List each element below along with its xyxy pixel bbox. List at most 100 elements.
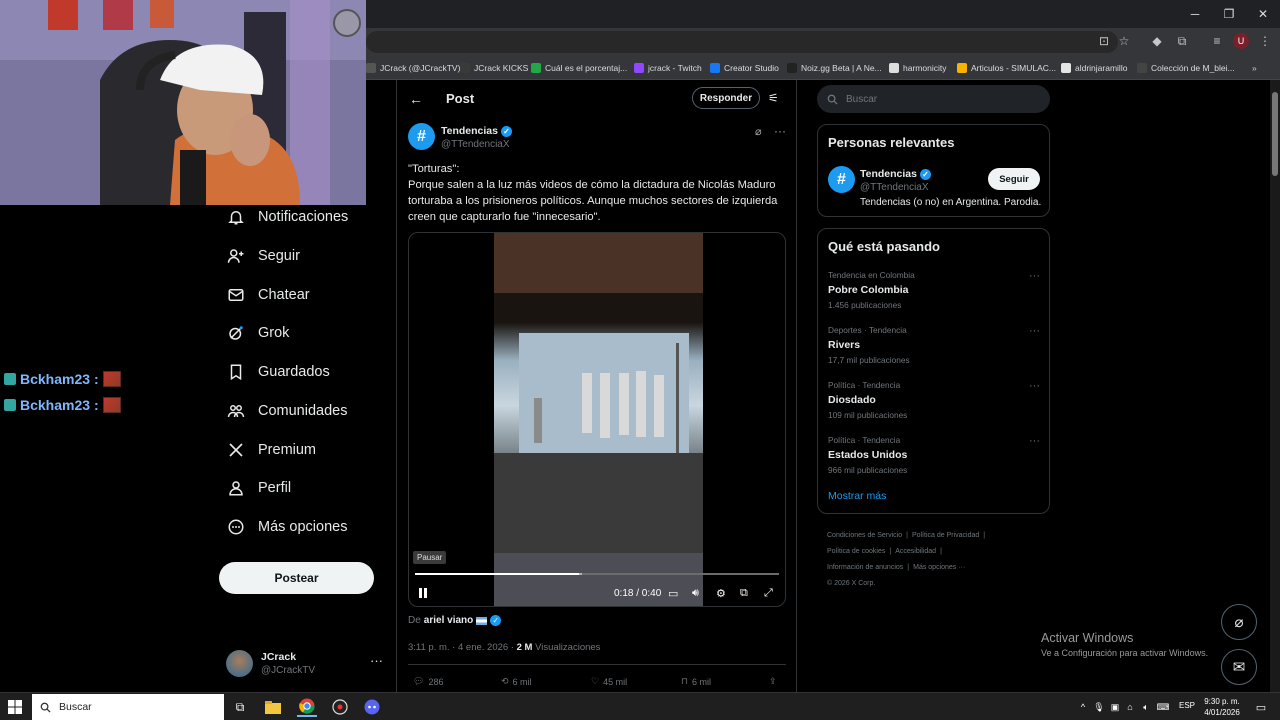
scrollbar-thumb[interactable] xyxy=(1272,92,1278,176)
trend-item[interactable]: Deportes · Tendencia Rivers 17,7 mil pub… xyxy=(828,325,1043,369)
post-button[interactable]: Postear xyxy=(219,562,374,594)
account-more-icon[interactable]: ··· xyxy=(370,653,383,668)
app-icon[interactable] xyxy=(330,697,350,717)
relevant-author[interactable]: Tendencias ✓ xyxy=(860,168,931,180)
address-bar[interactable] xyxy=(366,31,1118,53)
messages-fab-icon[interactable]: ✉ xyxy=(1221,649,1257,685)
account-switcher[interactable]: JCrack @JCrackTV ··· xyxy=(226,647,386,681)
video-progress-bar[interactable] xyxy=(415,573,779,575)
nav-item-perfil[interactable]: Perfil xyxy=(226,475,291,501)
bookmark-label: Articulos - SIMULAC... xyxy=(971,62,1057,73)
footer-link[interactable]: Accesibilidad xyxy=(895,548,936,555)
search-input[interactable]: Buscar xyxy=(817,85,1050,113)
keyboard-icon[interactable]: ⌨ xyxy=(1153,697,1173,717)
scrollbar[interactable] xyxy=(1270,80,1280,692)
bookmark-item[interactable]: Noiz.gg Beta | A Ne... xyxy=(787,60,882,75)
bookmark-item[interactable]: Articulos - SIMULAC... xyxy=(957,60,1056,75)
trend-item[interactable]: Política · Tendencia Estados Unidos 966 … xyxy=(828,435,1043,479)
like-action[interactable]: ♡ 45 mil xyxy=(591,676,627,687)
profile-avatar-icon[interactable]: U xyxy=(1233,33,1249,49)
reply-icon: 💬︎ xyxy=(413,676,425,686)
follow-button[interactable]: Seguir xyxy=(988,168,1040,190)
bookmark-star-icon[interactable]: ☆ xyxy=(1116,33,1132,49)
bookmark-label: Creator Studio xyxy=(724,62,779,73)
trend-item[interactable]: Política · Tendencia Diosdado 109 mil pu… xyxy=(828,380,1043,424)
envelope-icon xyxy=(226,285,246,305)
show-more-link[interactable]: Mostrar más xyxy=(828,490,886,502)
taskbar-clock[interactable]: 9:30 p. m. 4/01/2026 xyxy=(1195,696,1249,718)
pause-icon[interactable] xyxy=(417,587,429,599)
bookmark-item[interactable]: harmonicity xyxy=(889,60,946,75)
install-app-icon[interactable]: ⊡ xyxy=(1096,33,1112,49)
language-indicator[interactable]: ESP xyxy=(1179,701,1195,710)
grok-fab-icon[interactable]: ⌀ xyxy=(1221,604,1257,640)
taskbar-search-input[interactable]: Buscar xyxy=(32,694,224,720)
fullscreen-icon[interactable]: ⤢ xyxy=(764,587,773,600)
nav-item-premium[interactable]: Premium xyxy=(226,437,316,463)
bookmarks-overflow-icon[interactable]: » xyxy=(1252,60,1257,75)
menu-kebab-icon[interactable]: ⋮ xyxy=(1257,33,1273,49)
trend-item[interactable]: Tendencia en Colombia Pobre Colombia 1.4… xyxy=(828,270,1043,314)
attribution-user[interactable]: ariel viano xyxy=(424,615,473,626)
restore-button[interactable]: ❐ xyxy=(1212,0,1246,28)
popout-icon[interactable]: ⧉ xyxy=(740,587,748,600)
chat-separator: : xyxy=(94,371,99,387)
footer-link[interactable]: Más opciones ··· xyxy=(913,564,965,571)
windows-start-icon[interactable] xyxy=(8,700,22,714)
nav-item-comunidades[interactable]: Comunidades xyxy=(226,398,347,424)
trend-more-icon[interactable]: ··· xyxy=(1029,325,1040,337)
footer-link[interactable]: Política de cookies xyxy=(827,548,885,555)
reply-button[interactable]: Responder xyxy=(692,87,760,109)
chrome-icon[interactable] xyxy=(297,697,317,717)
relevant-avatar-hash-icon[interactable]: # xyxy=(828,166,855,193)
chat-message: Bckham23 : xyxy=(4,371,121,387)
bookmark-action[interactable]: ⊓ 6 mil xyxy=(681,676,711,687)
like-count: 45 mil xyxy=(603,676,628,687)
tweet-avatar-hash-icon[interactable]: # xyxy=(408,123,435,150)
nav-item-seguir[interactable]: Seguir xyxy=(226,243,300,269)
trend-more-icon[interactable]: ··· xyxy=(1029,435,1040,447)
trend-more-icon[interactable]: ··· xyxy=(1029,380,1040,392)
settings-gear-icon[interactable]: ⚙ xyxy=(716,587,726,600)
minimize-button[interactable]: ─ xyxy=(1178,0,1212,28)
task-view-icon[interactable]: ⧉ xyxy=(230,697,250,717)
volume-icon[interactable]: 🔊︎ xyxy=(692,587,699,600)
media-control-icon[interactable]: ≡ xyxy=(1209,33,1225,49)
captions-icon[interactable]: ▭ xyxy=(668,587,678,600)
nav-label: Perfil xyxy=(258,480,292,496)
puzzle-icon[interactable]: ⧉ xyxy=(1174,33,1190,49)
tweet-author[interactable]: Tendencias ✓ xyxy=(441,125,512,137)
video-player[interactable]: Pausar 0:18 / 0:40 ▭ 🔊︎ ⚙ ⧉ ⤢ xyxy=(408,232,786,607)
share-action[interactable]: ⇪ xyxy=(769,676,777,687)
bookmark-item[interactable]: JCrack KICKS xyxy=(460,60,528,75)
bookmark-item[interactable]: Colección de M_blei... xyxy=(1137,60,1235,75)
trend-name: Diosdado xyxy=(828,394,876,406)
close-window-button[interactable]: ✕ xyxy=(1246,0,1280,28)
trend-more-icon[interactable]: ··· xyxy=(1029,270,1040,282)
reply-action[interactable]: 💬︎ 286 xyxy=(413,676,443,687)
footer-link[interactable]: Política de Privacidad xyxy=(912,532,979,539)
retweet-action[interactable]: ⟲ 6 mil xyxy=(501,676,532,687)
file-explorer-icon[interactable] xyxy=(263,697,283,717)
nav-item-grok[interactable]: Grok xyxy=(226,320,289,346)
filter-sliders-icon[interactable]: ⚟ xyxy=(768,91,779,105)
nav-item-guardados[interactable]: Guardados xyxy=(226,359,330,385)
bookmark-label: JCrack (@JCrackTV)... xyxy=(380,62,468,73)
notification-center-icon[interactable]: ▭ xyxy=(1251,697,1271,717)
tweet-more-icon[interactable]: ··· xyxy=(774,124,786,138)
footer-link[interactable]: Información de anuncios xyxy=(827,564,903,571)
back-arrow-icon[interactable]: ← xyxy=(409,91,423,107)
chat-emote-icon xyxy=(102,371,121,387)
footer-link[interactable]: Condiciones de Servicio xyxy=(827,532,902,539)
bookmark-item[interactable]: Creator Studio xyxy=(710,60,779,75)
bookmark-item[interactable]: aldrinjaramillo xyxy=(1061,60,1127,75)
nav-item-chatear[interactable]: Chatear xyxy=(226,282,310,308)
bookmark-item[interactable]: Cuál es el porcentaj... xyxy=(531,60,627,75)
nav-item-mas-opciones[interactable]: Más opciones xyxy=(226,514,347,540)
extension-icon[interactable]: ◆ xyxy=(1149,33,1165,49)
nav-item-notificaciones[interactable]: Notificaciones xyxy=(226,204,348,230)
bookmark-item[interactable]: jcrack - Twitch xyxy=(634,60,702,75)
grok-explain-icon[interactable]: ⌀ xyxy=(755,125,762,138)
discord-icon[interactable] xyxy=(362,697,382,717)
bookmark-item[interactable]: JCrack (@JCrackTV)... xyxy=(366,60,468,75)
